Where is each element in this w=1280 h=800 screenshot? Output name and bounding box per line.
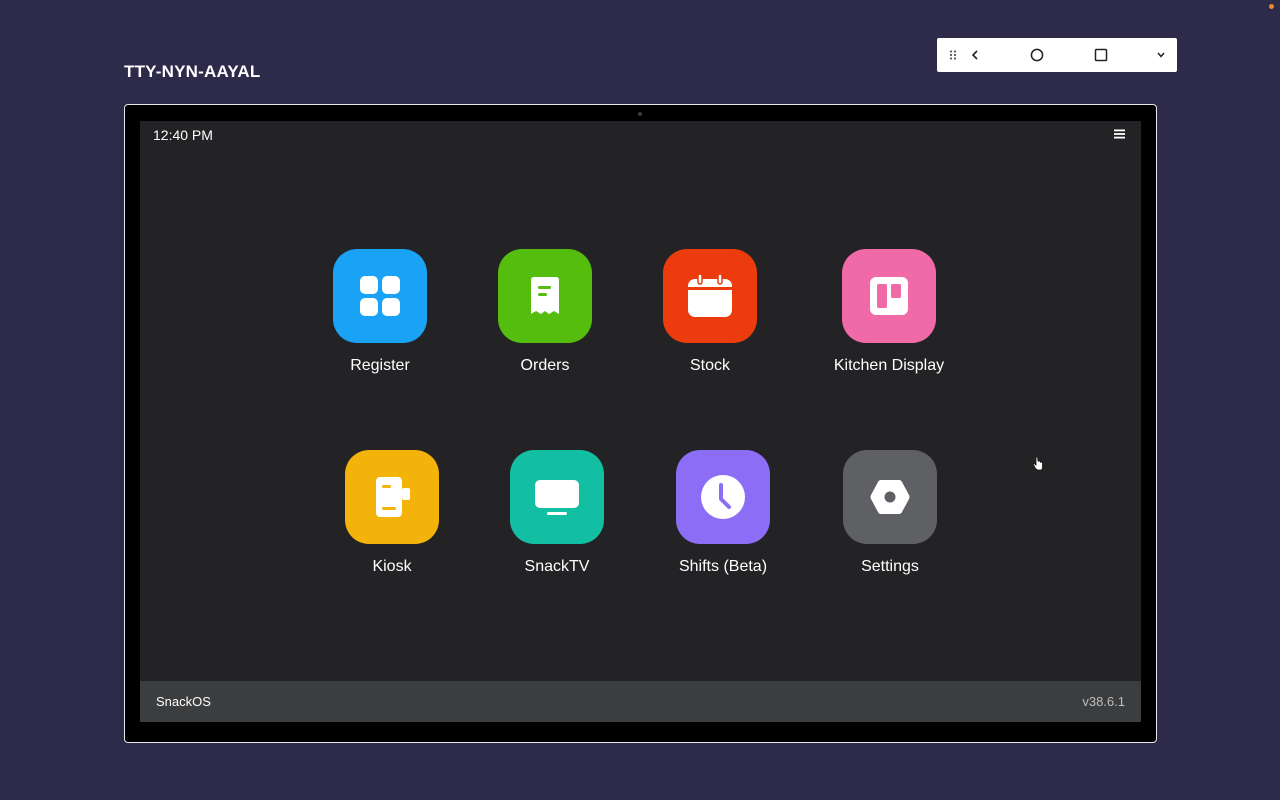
status-indicator-dot [1269, 4, 1274, 9]
hamburger-menu-icon [1113, 129, 1125, 139]
app-icon-snacktv [510, 450, 604, 544]
device-title: TTY-NYN-AAYAL [124, 62, 261, 81]
home-button[interactable] [1025, 38, 1049, 72]
app-icon-shifts [676, 450, 770, 544]
app-icon-kiosk [345, 450, 439, 544]
app-orders[interactable]: Orders [470, 249, 620, 389]
os-name: SnackOS [156, 694, 211, 709]
receipt-icon [531, 277, 559, 314]
app-label: Register [350, 357, 410, 374]
os-version: v38.6.1 [1082, 694, 1125, 709]
more-button[interactable] [1151, 38, 1171, 72]
app-label: Settings [861, 558, 919, 575]
hand-cursor-icon [1032, 457, 1043, 471]
device-screen[interactable]: 12:40 PM Register Orders Stock Kitchen D… [140, 121, 1141, 722]
app-icon-register [333, 249, 427, 343]
chevron-down-icon [1157, 52, 1165, 58]
app-snacktv[interactable]: SnackTV [482, 450, 632, 590]
menu-button[interactable] [1111, 126, 1127, 142]
chevron-left-icon [971, 50, 978, 60]
calendar-icon [688, 273, 732, 317]
app-kiosk[interactable]: Kiosk [317, 450, 467, 590]
back-button[interactable] [965, 38, 985, 72]
device-frame: 12:40 PM Register Orders Stock Kitchen D… [124, 104, 1157, 743]
circle-home-icon [1030, 48, 1044, 62]
drag-handle-icon[interactable] [945, 38, 961, 72]
board-icon [870, 277, 908, 315]
app-label: Shifts (Beta) [678, 558, 768, 575]
app-register[interactable]: Register [305, 249, 455, 389]
camera-dot [638, 112, 642, 116]
taskbar: SnackOS v38.6.1 [140, 681, 1141, 722]
app-label: Kiosk [372, 558, 412, 575]
app-icon-stock [663, 249, 757, 343]
clock-icon [701, 475, 745, 519]
clock: 12:40 PM [153, 127, 213, 143]
app-kitchen-display[interactable]: Kitchen Display [814, 249, 964, 389]
app-icon-settings [843, 450, 937, 544]
app-label: Kitchen Display [833, 357, 945, 374]
device-nav-toolbar [937, 38, 1177, 72]
square-recents-icon [1094, 48, 1108, 62]
grid-icon [360, 276, 400, 316]
kiosk-icon [376, 477, 410, 517]
monitor-icon [535, 480, 579, 515]
app-label: SnackTV [524, 558, 590, 575]
app-label: Stock [689, 357, 730, 374]
app-icon-kitchen-display [842, 249, 936, 343]
gear-icon [870, 480, 910, 514]
app-label: Orders [520, 357, 570, 374]
app-stock[interactable]: Stock [635, 249, 785, 389]
app-shifts[interactable]: Shifts (Beta) [648, 450, 798, 590]
recents-button[interactable] [1089, 38, 1113, 72]
app-icon-orders [498, 249, 592, 343]
app-settings[interactable]: Settings [815, 450, 965, 590]
